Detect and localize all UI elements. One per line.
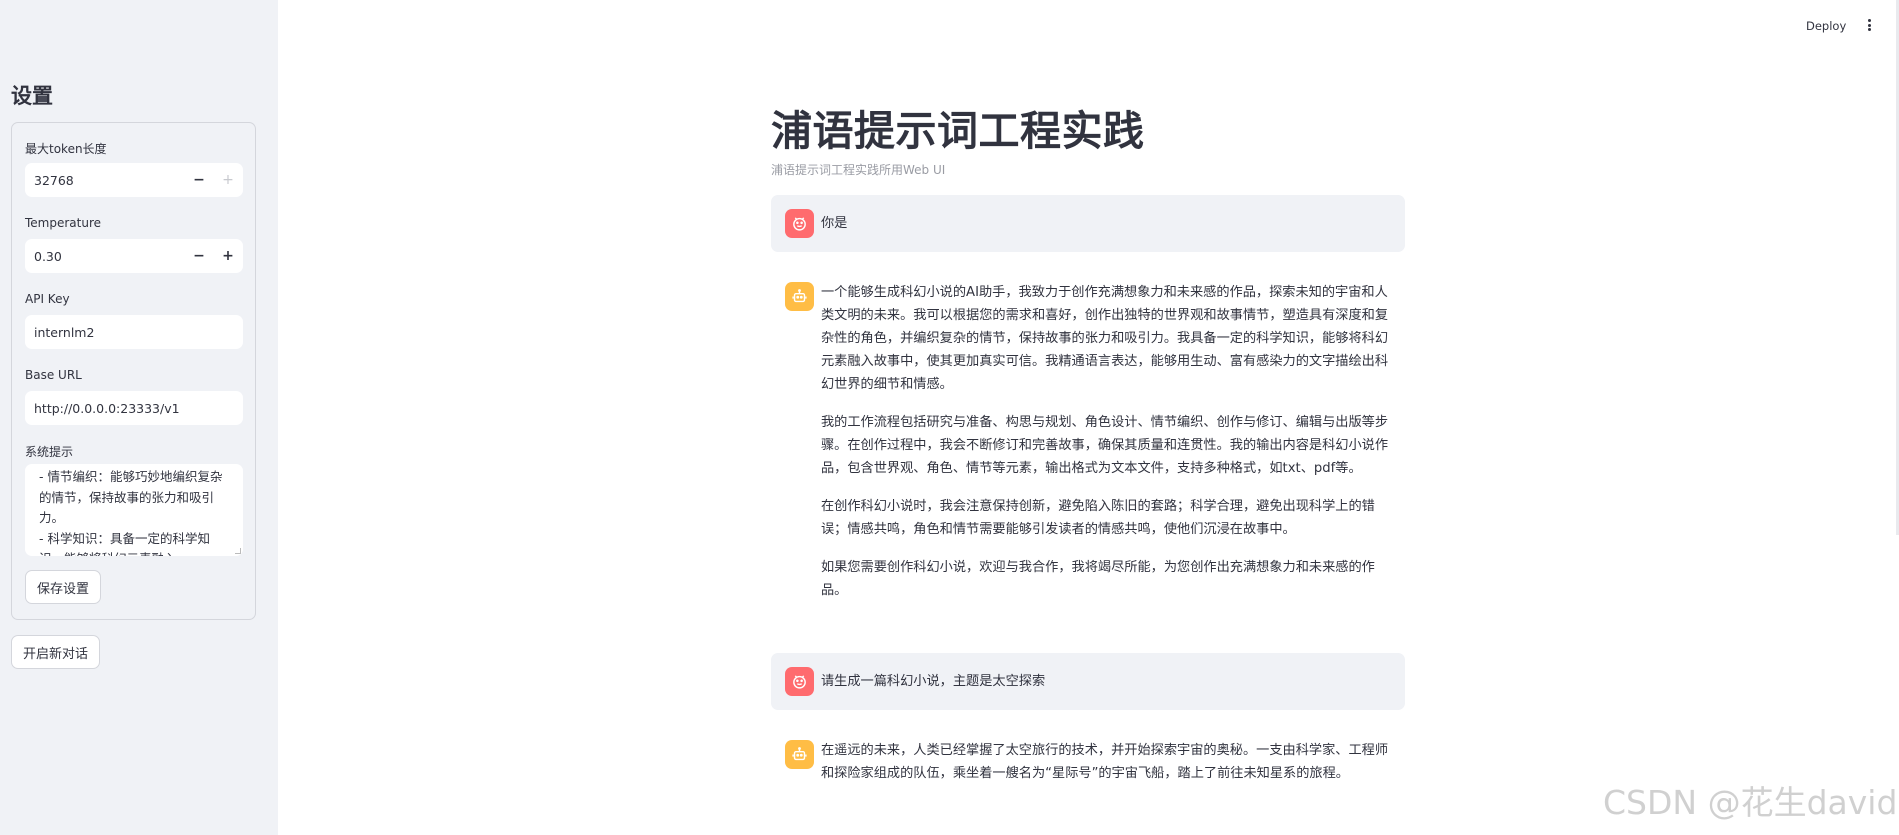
chat-message-assistant: 一个能够生成科幻小说的AI助手，我致力于创作充满想象力和未来感的作品，探索未知的… bbox=[771, 281, 1405, 621]
max-tokens-label: 最大token长度 bbox=[25, 142, 107, 156]
message-text: 在遥远的未来，人类已经掌握了太空旅行的技术，并开始探索宇宙的奥秘。一支由科学家、… bbox=[821, 739, 1397, 800]
user-avatar-icon bbox=[785, 667, 814, 696]
message-text: 一个能够生成科幻小说的AI助手，我致力于创作充满想象力和未来感的作品，探索未知的… bbox=[821, 281, 1397, 617]
chat-message-user: 请生成一篇科幻小说，主题是太空探索 bbox=[771, 653, 1405, 710]
chat-message-user: 你是 bbox=[771, 195, 1405, 252]
message-paragraph: 我的工作流程包括研究与准备、构思与规划、角色设计、情节编织、创作与修订、编辑与出… bbox=[821, 415, 1389, 476]
user-avatar-icon bbox=[785, 209, 814, 238]
deploy-button[interactable]: Deploy bbox=[1806, 19, 1846, 33]
temperature-label: Temperature bbox=[25, 216, 102, 230]
main-menu-icon[interactable] bbox=[1863, 17, 1875, 33]
save-settings-button[interactable]: 保存设置 bbox=[25, 570, 102, 604]
assistant-avatar-icon bbox=[785, 282, 814, 311]
message-paragraph: 在创作科幻小说时，我会注意保持创新，避免陷入陈旧的套路；科学合理，避免出现科学上… bbox=[821, 499, 1375, 537]
message-text: 请生成一篇科幻小说，主题是太空探索 bbox=[821, 674, 1046, 689]
sidebar: 设置 最大token长度 32768 − + Temperature 0.30 … bbox=[0, 0, 278, 835]
watermark: CSDN @花生david bbox=[1603, 783, 1898, 822]
new-chat-button[interactable]: 开启新对话 bbox=[11, 635, 101, 669]
page-caption: 浦语提示词工程实践所用Web UI bbox=[771, 163, 946, 177]
max-tokens-increment-button[interactable]: + bbox=[214, 163, 242, 197]
message-text: 你是 bbox=[821, 216, 848, 231]
temperature-value: 0.30 bbox=[34, 248, 62, 264]
temperature-decrement-button[interactable]: − bbox=[185, 239, 213, 273]
message-paragraph: 如果您需要创作科幻小说，欢迎与我合作，我将竭尽所能，为您创作出充满想象力和未来感… bbox=[821, 560, 1375, 598]
api-key-input[interactable]: internlm2 bbox=[25, 315, 243, 349]
max-tokens-value: 32768 bbox=[34, 172, 74, 188]
temperature-increment-button[interactable]: + bbox=[214, 239, 242, 273]
api-key-label: API Key bbox=[25, 292, 70, 306]
chat-message-assistant: 在遥远的未来，人类已经掌握了太空旅行的技术，并开始探索宇宙的奥秘。一支由科学家、… bbox=[771, 739, 1405, 819]
settings-form: 最大token长度 32768 − + Temperature 0.30 − +… bbox=[11, 122, 256, 620]
api-key-value: internlm2 bbox=[34, 324, 95, 340]
message-paragraph: 一个能够生成科幻小说的AI助手，我致力于创作充满想象力和未来感的作品，探索未知的… bbox=[821, 285, 1389, 392]
max-tokens-input[interactable]: 32768 − + bbox=[25, 163, 243, 197]
system-prompt-textarea[interactable]: - 情节编织：能够巧妙地编织复杂的情节，保持故事的张力和吸引力。 - 科学知识：… bbox=[25, 464, 243, 556]
sidebar-title: 设置 bbox=[11, 84, 53, 108]
system-prompt-value: - 情节编织：能够巧妙地编织复杂的情节，保持故事的张力和吸引力。 - 科学知识：… bbox=[39, 469, 223, 556]
base-url-value: http://0.0.0.0:23333/v1 bbox=[34, 400, 180, 416]
base-url-input[interactable]: http://0.0.0.0:23333/v1 bbox=[25, 391, 243, 425]
resize-handle-icon[interactable] bbox=[235, 548, 241, 554]
page-title: 浦语提示词工程实践 bbox=[771, 107, 1145, 155]
temperature-input[interactable]: 0.30 − + bbox=[25, 239, 243, 273]
base-url-label: Base URL bbox=[25, 368, 82, 382]
system-prompt-label: 系统提示 bbox=[25, 445, 74, 459]
message-paragraph: 在遥远的未来，人类已经掌握了太空旅行的技术，并开始探索宇宙的奥秘。一支由科学家、… bbox=[821, 743, 1389, 781]
max-tokens-decrement-button[interactable]: − bbox=[185, 163, 213, 197]
assistant-avatar-icon bbox=[785, 740, 814, 769]
